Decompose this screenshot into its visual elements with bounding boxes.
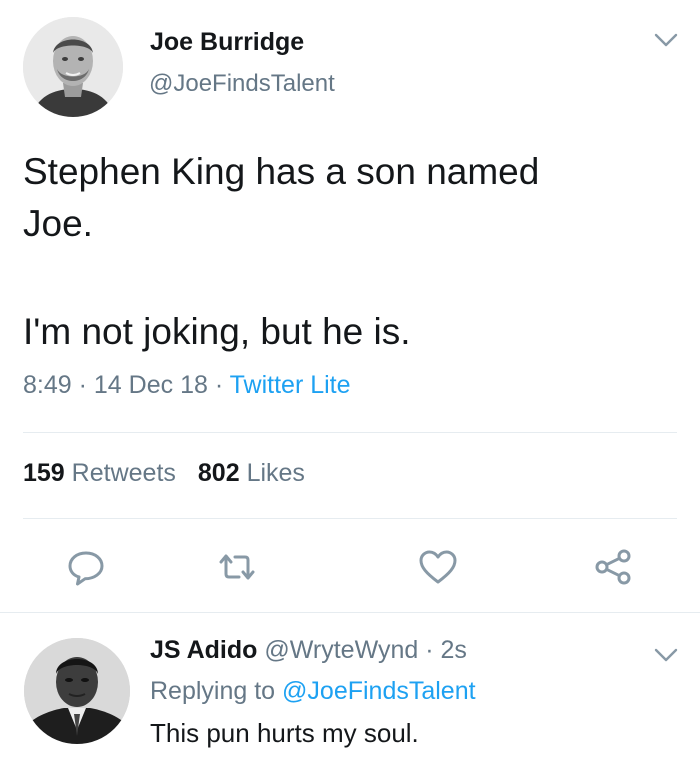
tweet-source-link[interactable]: Twitter Lite xyxy=(230,371,351,399)
reply-header: JS Adido @WryteWynd · 2s xyxy=(150,636,467,665)
replying-to: Replying to @JoeFindsTalent xyxy=(150,677,476,706)
tweet-text-line: Joe. xyxy=(23,203,93,244)
retweet-icon xyxy=(219,554,255,580)
retweets-stat[interactable]: 159 Retweets xyxy=(23,459,176,487)
tweet-meta: 8:49 · 14 Dec 18 · Twitter Lite xyxy=(23,371,351,400)
tweet-stats: 159 Retweets 802 Likes xyxy=(23,459,305,488)
retweets-label: Retweets xyxy=(71,459,176,487)
reply-button[interactable] xyxy=(64,545,108,589)
author-name[interactable]: Joe Burridge xyxy=(150,28,304,57)
tweet-text-line: Stephen King has a son named xyxy=(23,151,540,192)
divider xyxy=(23,432,677,433)
meta-separator: · xyxy=(214,371,224,399)
share-button[interactable] xyxy=(591,545,635,589)
reply-text: This pun hurts my soul. xyxy=(150,718,419,748)
retweet-button[interactable] xyxy=(215,545,259,589)
tweet-date[interactable]: 14 Dec 18 xyxy=(94,371,208,399)
share-icon xyxy=(595,549,631,585)
author-handle[interactable]: @JoeFindsTalent xyxy=(149,70,335,98)
tweet-time[interactable]: 8:49 xyxy=(23,371,72,399)
speech-bubble-icon xyxy=(68,551,104,586)
replying-prefix: Replying to xyxy=(150,677,276,705)
reply-time: · 2s xyxy=(425,636,467,664)
chevron-down-icon[interactable] xyxy=(652,645,680,665)
author-avatar[interactable] xyxy=(23,17,123,117)
like-button[interactable] xyxy=(416,545,460,589)
likes-stat[interactable]: 802 Likes xyxy=(198,459,305,487)
tweet-page: Joe Burridge @JoeFindsTalent Stephen Kin… xyxy=(0,0,700,770)
meta-separator: · xyxy=(78,371,87,399)
likes-count: 802 xyxy=(197,459,240,487)
reply-author-handle[interactable]: @WryteWynd xyxy=(264,636,418,664)
chevron-down-icon[interactable] xyxy=(652,30,680,50)
heart-icon xyxy=(419,550,457,584)
retweets-count: 159 xyxy=(23,459,65,487)
likes-label: Likes xyxy=(246,459,305,487)
tweet-text-line: I'm not joking, but he is. xyxy=(23,311,411,352)
replying-to-handle[interactable]: @JoeFindsTalent xyxy=(282,677,476,705)
reply-avatar[interactable] xyxy=(24,638,130,744)
tweet-card: Joe Burridge @JoeFindsTalent Stephen Kin… xyxy=(0,0,700,613)
divider xyxy=(23,518,677,519)
reply-author-name[interactable]: JS Adido xyxy=(150,636,257,664)
